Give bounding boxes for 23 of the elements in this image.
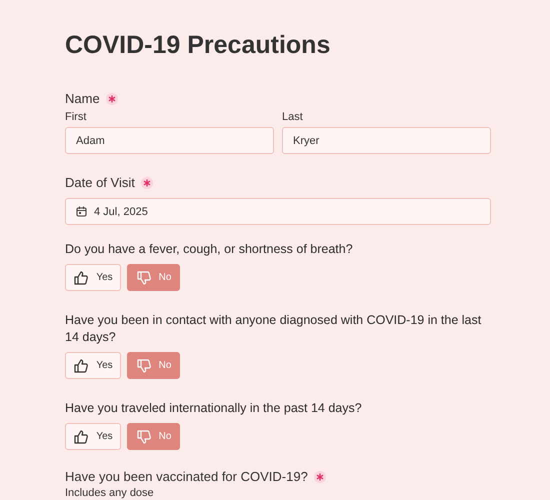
- answer-button[interactable]: Yes: [65, 352, 121, 379]
- field-label: First: [65, 111, 88, 123]
- input-field[interactable]: Kryer: [282, 127, 491, 154]
- hint-text: Includes any dose: [65, 487, 155, 499]
- answer-button[interactable]: Yes: [65, 423, 121, 450]
- question-text: Have you been in contact with anyone diagnosed with COVID-19 in the last 14 days?: [65, 312, 482, 346]
- field-label: Date of Visit: [65, 175, 135, 190]
- field-label: Name: [65, 91, 100, 106]
- thumbs-down-icon: [136, 270, 152, 286]
- question-text: Have you traveled internationally in the past 14 days?: [65, 400, 363, 417]
- field-label: Have you been vaccinated for COVID-19?: [65, 469, 308, 484]
- calendar-icon: [76, 206, 87, 217]
- thumbs-up-icon: [73, 358, 90, 374]
- thumbs-up-icon: [73, 428, 90, 444]
- field-label: Last: [282, 111, 304, 123]
- input-field[interactable]: Adam: [65, 127, 274, 154]
- page-title: COVID-19 Precautions: [65, 30, 332, 61]
- question-text: Do you have a fever, cough, or shortness of breath?: [65, 241, 354, 258]
- thumbs-down-icon: [136, 428, 152, 444]
- answer-button[interactable]: Yes: [65, 264, 121, 291]
- thumbs-down-icon: [136, 358, 152, 374]
- date-field[interactable]: 4 Jul, 2025: [65, 198, 491, 225]
- thumbs-up-icon: [73, 270, 90, 286]
